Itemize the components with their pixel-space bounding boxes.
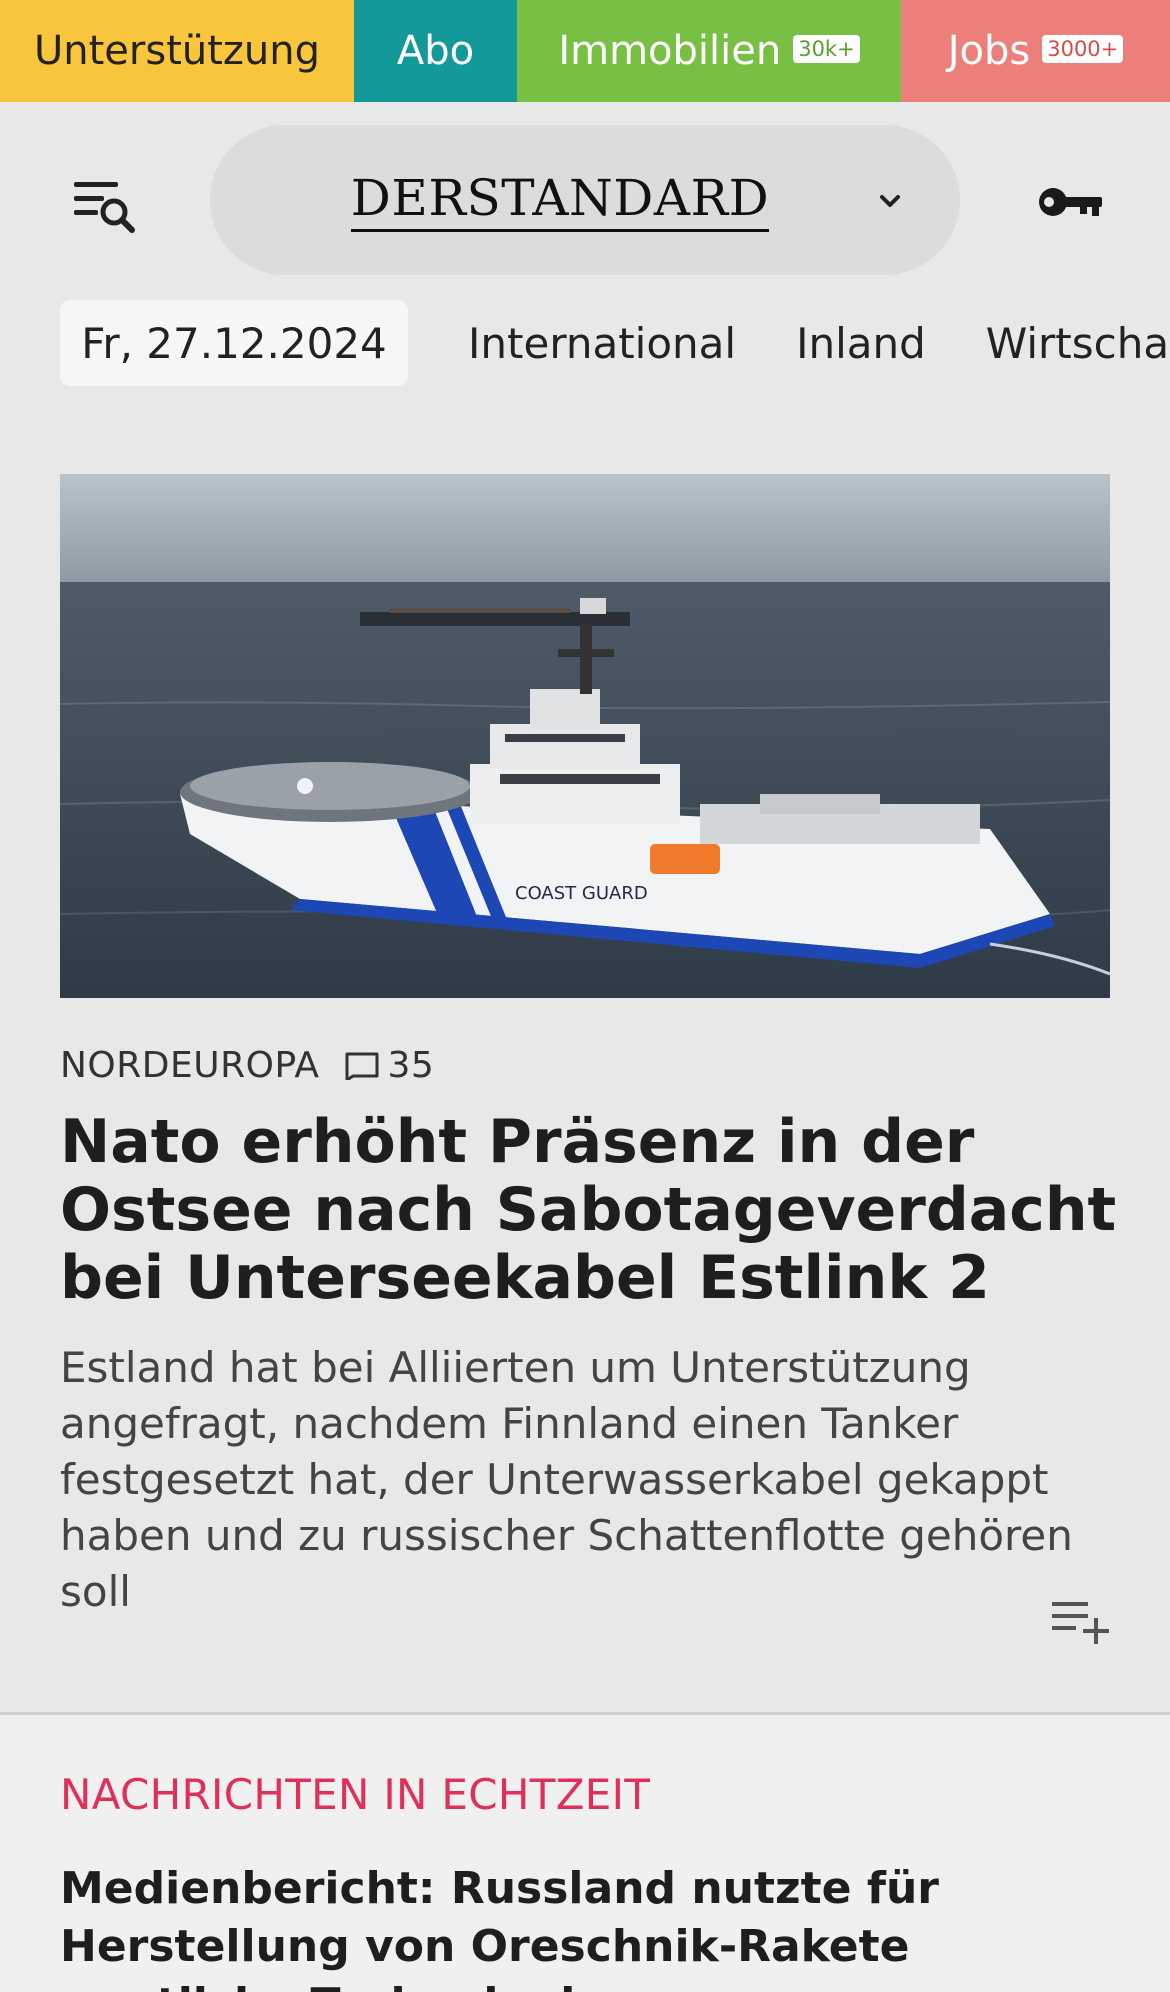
nav-item-inland[interactable]: Inland bbox=[796, 319, 926, 368]
article-teaser[interactable]: Estland hat bei Alliierten um Unterstütz… bbox=[60, 1340, 1140, 1620]
article-hero-image[interactable]: COAST GUARD bbox=[60, 474, 1110, 998]
logo-text: DERSTANDARD bbox=[350, 169, 770, 232]
nav-item-international[interactable]: International bbox=[468, 319, 736, 368]
live-news-headline[interactable]: Medienbericht: Russland nutzte für Herst… bbox=[60, 1860, 1120, 1992]
add-to-playlist-icon[interactable] bbox=[1050, 1596, 1112, 1646]
section-nav: International Inland Wirtschaft bbox=[0, 300, 1170, 386]
site-logo[interactable]: DERSTANDARD bbox=[210, 125, 810, 275]
tab-jobs-label: Jobs bbox=[947, 28, 1031, 74]
key-icon[interactable] bbox=[1036, 180, 1106, 224]
service-bar: Unterstützung Abo Immobilien 30k+ Jobs 3… bbox=[0, 0, 1170, 102]
nav-item-wirtschaft[interactable]: Wirtschaft bbox=[986, 319, 1170, 368]
tab-support[interactable]: Unterstützung bbox=[0, 0, 354, 102]
tab-immobilien[interactable]: Immobilien 30k+ bbox=[517, 0, 901, 102]
comment-icon[interactable] bbox=[343, 1050, 381, 1080]
tab-immobilien-label: Immobilien bbox=[558, 28, 782, 74]
menu-search-icon[interactable] bbox=[70, 176, 140, 238]
immobilien-count-badge: 30k+ bbox=[793, 35, 860, 63]
jobs-count-badge: 3000+ bbox=[1042, 35, 1124, 63]
tab-jobs[interactable]: Jobs 3000+ bbox=[901, 0, 1170, 102]
live-news-label[interactable]: NACHRICHTEN IN ECHTZEIT bbox=[60, 1770, 650, 1819]
comment-count[interactable]: 35 bbox=[387, 1045, 434, 1086]
tab-abo-label: Abo bbox=[396, 28, 475, 74]
article-headline[interactable]: Nato erhöht Präsenz in der Ostsee nach S… bbox=[60, 1108, 1120, 1312]
tab-support-label: Unterstützung bbox=[33, 28, 320, 74]
chevron-down-icon[interactable] bbox=[870, 181, 910, 221]
article-kicker[interactable]: NORDEUROPA bbox=[60, 1045, 319, 1086]
article-meta: NORDEUROPA 35 bbox=[60, 1040, 434, 1090]
tab-abo[interactable]: Abo bbox=[354, 0, 517, 102]
logo-edition-selector[interactable]: DERSTANDARD bbox=[210, 125, 960, 275]
svg-text:COAST GUARD: COAST GUARD bbox=[515, 883, 648, 904]
